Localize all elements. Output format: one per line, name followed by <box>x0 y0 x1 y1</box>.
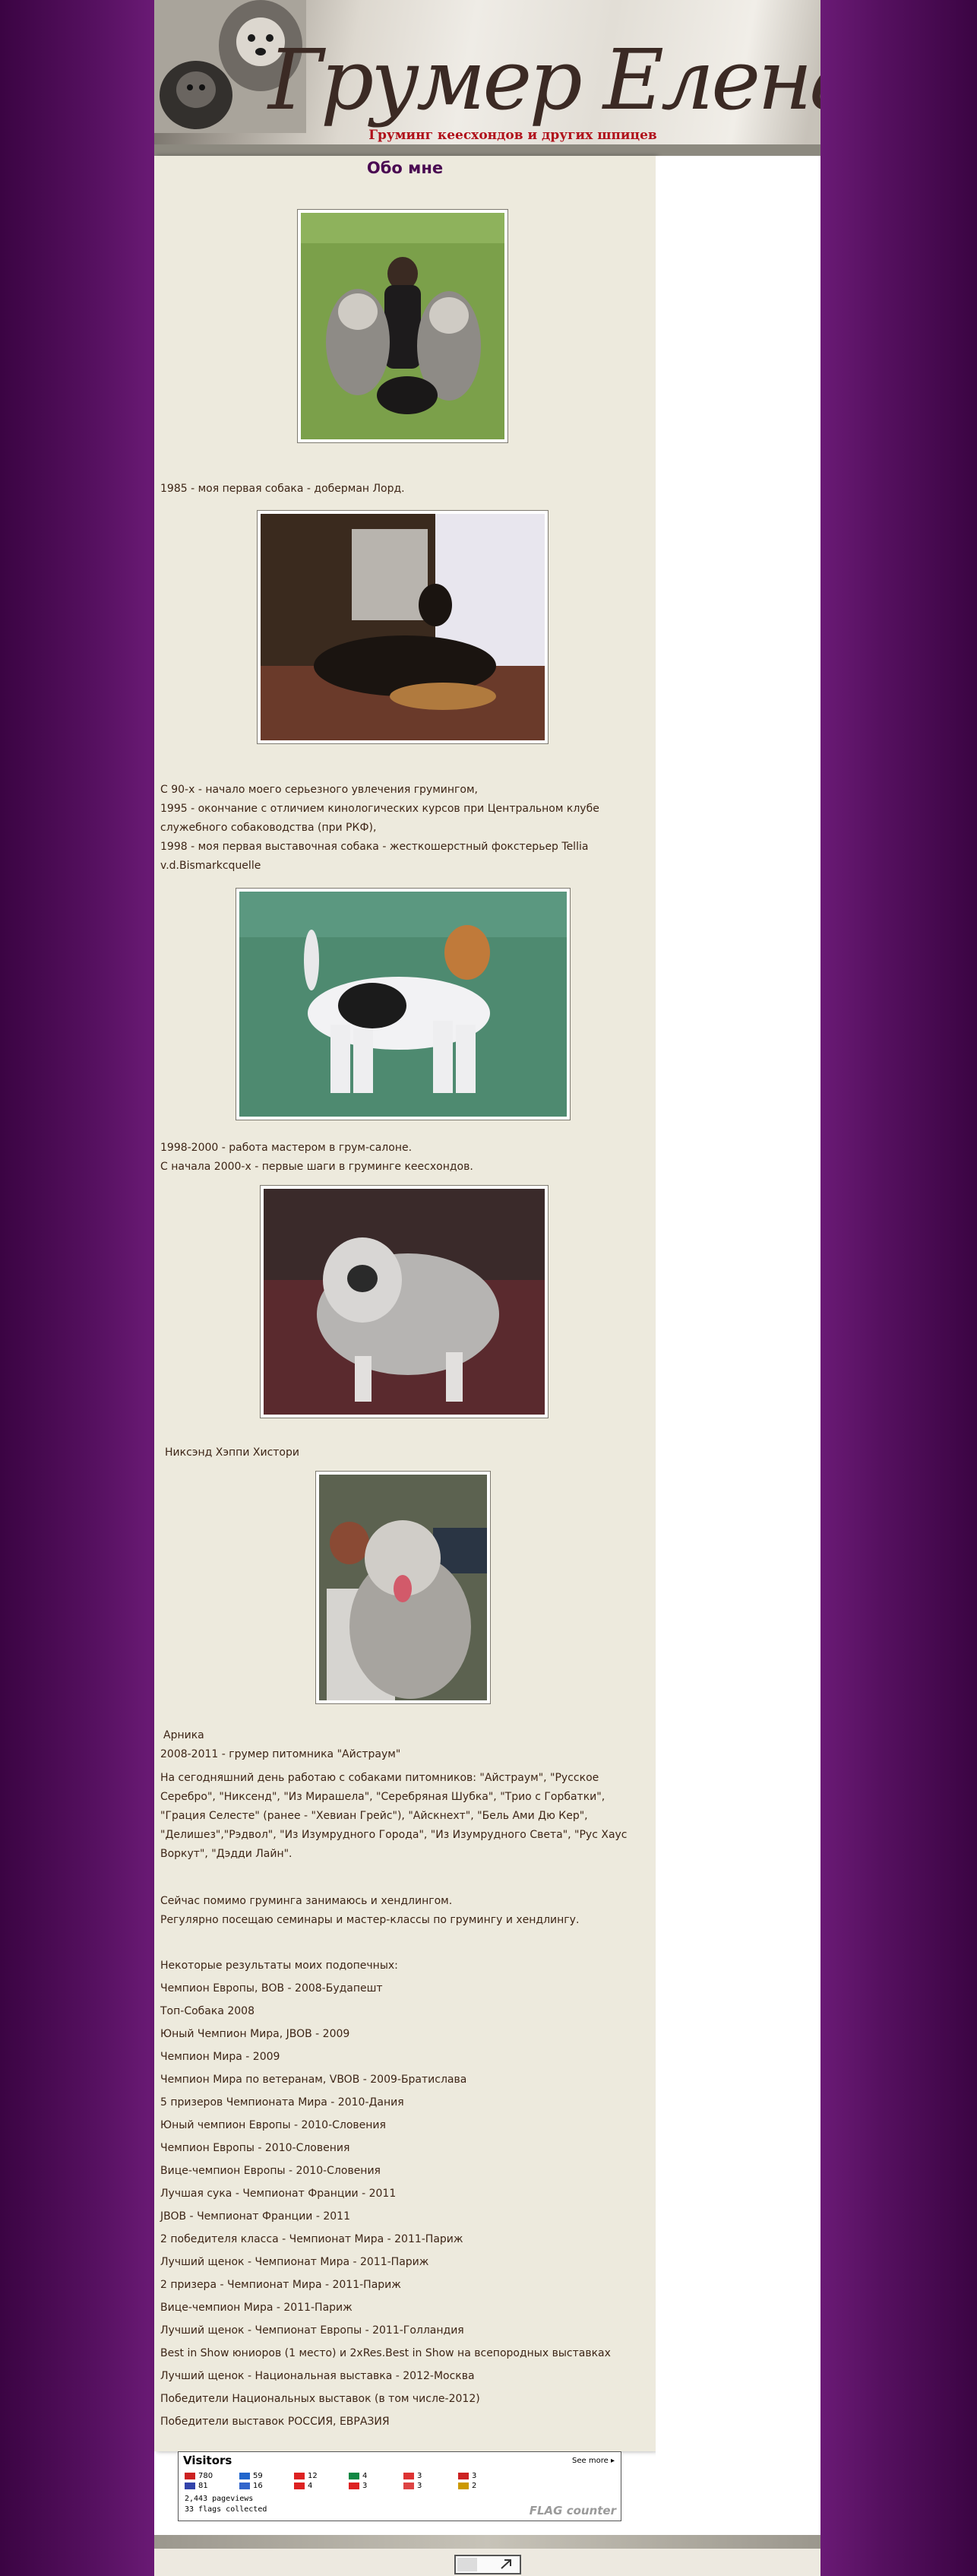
result-item: Юный чемпион Европы - 2010-Словения <box>160 2119 386 2131</box>
results-intro: Некоторые результаты моих подопечных: <box>160 1960 398 1972</box>
result-item: Победители выставок РОССИЯ, ЕВРАЗИЯ <box>160 2416 390 2428</box>
right-sidebar <box>656 156 820 2505</box>
header-logo-title: Грумер Елена Пашкевич <box>268 31 820 128</box>
text-block-6: Сейчас помимо груминга занимаюсь и хендл… <box>160 1892 647 1930</box>
flag-entry: 16 <box>239 2482 263 2490</box>
main-content: Обо мне 1985 - моя первая собака - добер… <box>154 156 656 2451</box>
result-item: Чемпион Европы - 2010-Словения <box>160 2142 350 2154</box>
result-item: Best in Show юниоров (1 место) и 2xRes.B… <box>160 2347 611 2359</box>
background-left-stripes <box>0 0 154 2576</box>
flag-entry: 3 <box>403 2472 422 2480</box>
background-right-stripes <box>820 0 977 2576</box>
result-item: Лучший щенок - Национальная выставка - 2… <box>160 2370 475 2382</box>
pageviews-count: 2,443 pageviews <box>185 2495 254 2503</box>
hit-counter-badge[interactable] <box>454 2555 521 2574</box>
header-divider <box>154 144 820 156</box>
result-item: Чемпион Европы, ВОВ - 2008-Будапешт <box>160 1982 383 1995</box>
flag-entry: 3 <box>458 2472 476 2480</box>
flag-icon <box>239 2472 250 2479</box>
result-item: Лучшая сука - Чемпионат Франции - 2011 <box>160 2188 397 2200</box>
result-item: Лучший щенок - Чемпионат Европы - 2011-Г… <box>160 2324 464 2337</box>
flag-icon <box>294 2482 305 2489</box>
flag-icon <box>403 2472 414 2479</box>
flag-icon <box>185 2482 195 2489</box>
text-line: 1998-2000 - работа мастером в грум-салон… <box>160 1142 413 1154</box>
site-header: Грумер Елена Пашкевич Груминг кеесхондов… <box>154 0 820 156</box>
result-item: Победители Национальных выставок (в том … <box>160 2393 480 2405</box>
arrow-up-right-icon <box>457 2558 511 2571</box>
text-line: 1998 - моя первая выставочная собака - ж… <box>160 841 589 872</box>
result-item: Чемпион Мира - 2009 <box>160 2051 280 2063</box>
header-subtitle: Груминг кеесхондов и других шпицев <box>368 128 657 143</box>
flag-entry: 3 <box>403 2482 422 2490</box>
flag-entry: 4 <box>349 2472 367 2480</box>
flag-entry: 12 <box>294 2472 318 2480</box>
result-item: Лучший щенок - Чемпионат Мира - 2011-Пар… <box>160 2256 429 2268</box>
result-item: Чемпион Мира по ветеранам, VBOB - 2009-Б… <box>160 2074 467 2086</box>
page-title: Обо мне <box>366 159 444 177</box>
text-line: 1995 - окончание с отличием кинологическ… <box>160 803 599 834</box>
flag-icon <box>239 2482 250 2489</box>
result-item: Юный Чемпион Мира, JBOB - 2009 <box>160 2028 350 2040</box>
flag-entry: 59 <box>239 2472 263 2480</box>
text-line: Сейчас помимо груминга занимаюсь и хендл… <box>160 1895 453 1907</box>
result-item: 2 победителя класса - Чемпионат Мира - 2… <box>160 2233 463 2245</box>
result-item: Топ-Собака 2008 <box>160 2005 255 2017</box>
flag-icon <box>185 2472 195 2479</box>
footer-divider <box>154 2535 820 2549</box>
photo-doberman-lord <box>257 510 549 744</box>
result-item: JBOB - Чемпионат Франции - 2011 <box>160 2210 350 2223</box>
visitor-flag-counter[interactable]: Visitors See more ▸ 780 59 12 4 3 3 81 1… <box>178 2451 621 2521</box>
text-line: Арника <box>163 1729 204 1741</box>
flag-entry: 3 <box>349 2482 367 2490</box>
result-item: Вице-чемпион Европы - 2010-Словения <box>160 2165 381 2177</box>
result-item: 5 призеров Чемпионата Мира - 2010-Дания <box>160 2096 404 2109</box>
photo-fox-terrier-tellia <box>236 888 571 1120</box>
text-line: С начала 2000-х - первые шаги в груминге… <box>160 1161 473 1173</box>
photo-groomer-with-keeshonds <box>297 209 508 443</box>
page-container: Грумер Елена Пашкевич Груминг кеесхондов… <box>154 0 820 2576</box>
text-line: С 90-х - начало моего серьезного увлечен… <box>160 784 478 796</box>
results-list: Некоторые результаты моих подопечных: Че… <box>160 1954 647 2433</box>
text-block-4: Никсэнд Хэппи Хистори <box>165 1443 651 1462</box>
flags-collected-count: 33 flags collected <box>185 2505 267 2514</box>
result-item: Вице-чемпион Мира - 2011-Париж <box>160 2302 353 2314</box>
text-line: 2008-2011 - грумер питомника "Айстраум" <box>160 1748 401 1760</box>
flag-icon <box>349 2472 359 2479</box>
flag-icon <box>403 2482 414 2489</box>
flag-entry: 81 <box>185 2482 208 2490</box>
flag-icon <box>458 2472 469 2479</box>
widget-title: Visitors <box>183 2454 232 2467</box>
flag-entry: 4 <box>294 2482 312 2490</box>
photo-keeshond-arnica <box>315 1471 491 1704</box>
text-line: Регулярно посещаю семинары и мастер-клас… <box>160 1914 580 1926</box>
flag-icon <box>458 2482 469 2489</box>
flag-counter-logo: FLAG counter <box>529 2504 616 2517</box>
flag-entry: 780 <box>185 2472 213 2480</box>
flag-entry: 2 <box>458 2482 476 2490</box>
text-block-3: 1998-2000 - работа мастером в грум-салон… <box>160 1139 647 1177</box>
text-block-5: Арника 2008-2011 - грумер питомника "Айс… <box>160 1726 647 1864</box>
text-line: 1985 - моя первая собака - доберман Лорд… <box>160 483 405 495</box>
see-more-link[interactable]: See more ▸ <box>572 2457 615 2465</box>
text-line: На сегодняшний день работаю с собаками п… <box>160 1772 628 1860</box>
result-item: 2 призера - Чемпионат Мира - 2011-Париж <box>160 2279 401 2291</box>
flag-icon <box>294 2472 305 2479</box>
text-block-2: С 90-х - начало моего серьезного увлечен… <box>160 781 647 876</box>
text-block-1: 1985 - моя первая собака - доберман Лорд… <box>160 480 647 499</box>
photo-keeshond-show <box>260 1185 549 1418</box>
chevron-right-icon: ▸ <box>610 2457 615 2465</box>
flag-icon <box>349 2482 359 2489</box>
text-line: Никсэнд Хэппи Хистори <box>165 1446 299 1459</box>
